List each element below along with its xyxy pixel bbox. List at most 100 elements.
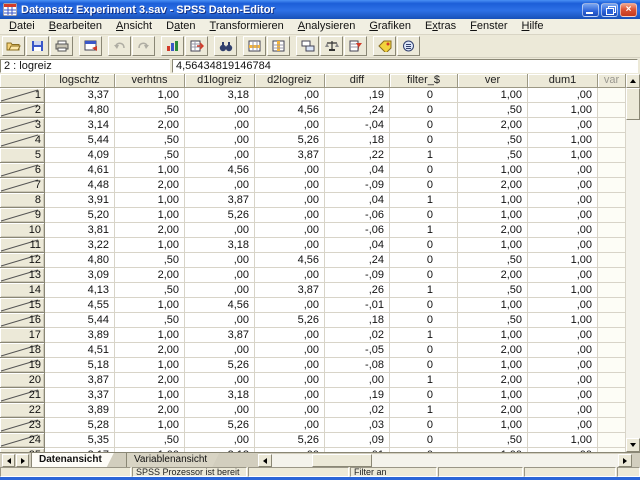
cell[interactable]: ,00	[528, 328, 598, 343]
cell[interactable]: 1,00	[458, 238, 528, 253]
cell-var-empty[interactable]	[598, 343, 626, 358]
cell[interactable]: 0	[390, 88, 458, 103]
scroll-down-button[interactable]	[626, 438, 640, 452]
cell[interactable]: 1,00	[528, 253, 598, 268]
cell-var-empty[interactable]	[598, 313, 626, 328]
cell[interactable]: ,00	[528, 268, 598, 283]
minimize-button[interactable]	[582, 3, 599, 17]
cell[interactable]: 4,55	[45, 298, 115, 313]
row-header-cell[interactable]: 3	[0, 118, 45, 133]
column-header-dum1[interactable]: dum1	[528, 74, 598, 88]
cell[interactable]: ,18	[325, 133, 390, 148]
row-header-cell[interactable]: 8	[0, 193, 45, 208]
column-header-logschtz[interactable]: logschtz	[45, 74, 115, 88]
cell[interactable]: ,00	[255, 163, 325, 178]
cell-var-empty[interactable]	[598, 328, 626, 343]
cell[interactable]: 0	[390, 253, 458, 268]
cell[interactable]: 3,18	[185, 388, 255, 403]
cell[interactable]: ,00	[255, 208, 325, 223]
cell[interactable]: -,09	[325, 268, 390, 283]
row-header-cell[interactable]: 15	[0, 298, 45, 313]
cell[interactable]: ,00	[325, 373, 390, 388]
cell[interactable]: 3,18	[185, 238, 255, 253]
cell[interactable]: ,00	[255, 358, 325, 373]
cell[interactable]: 2,00	[115, 118, 185, 133]
menu-bearbeiten[interactable]: Bearbeiten	[42, 19, 109, 34]
row-header-cell[interactable]: 24	[0, 433, 45, 448]
row-header-cell[interactable]: 6	[0, 163, 45, 178]
cell[interactable]: 3,87	[255, 283, 325, 298]
cell[interactable]: ,03	[325, 418, 390, 433]
cell[interactable]: ,50	[458, 148, 528, 163]
cell[interactable]: 0	[390, 388, 458, 403]
cell-var-empty[interactable]	[598, 88, 626, 103]
cell[interactable]: 1,00	[115, 418, 185, 433]
cell[interactable]: 4,51	[45, 343, 115, 358]
cell[interactable]: ,00	[255, 88, 325, 103]
row-header-cell[interactable]: 22	[0, 403, 45, 418]
cell[interactable]: 0	[390, 433, 458, 448]
cell[interactable]: ,26	[325, 283, 390, 298]
cell[interactable]: ,00	[185, 178, 255, 193]
column-header-d1logreiz[interactable]: d1logreiz	[185, 74, 255, 88]
cell[interactable]: 4,56	[255, 253, 325, 268]
cell[interactable]: 0	[390, 238, 458, 253]
cell[interactable]: 1,00	[528, 433, 598, 448]
dialog-recall-button[interactable]	[79, 36, 102, 56]
cell-var-empty[interactable]	[598, 133, 626, 148]
cell[interactable]: 4,09	[45, 148, 115, 163]
cell[interactable]: 5,26	[185, 358, 255, 373]
cell[interactable]: ,00	[528, 208, 598, 223]
cell[interactable]: 5,35	[45, 433, 115, 448]
open-file-button[interactable]	[2, 36, 25, 56]
cell-var-empty[interactable]	[598, 238, 626, 253]
cell-var-empty[interactable]	[598, 223, 626, 238]
cell[interactable]: 1,00	[115, 388, 185, 403]
menu-fenster[interactable]: Fenster	[463, 19, 514, 34]
cell[interactable]: -,08	[325, 358, 390, 373]
find-button[interactable]	[214, 36, 237, 56]
cell-var-empty[interactable]	[598, 283, 626, 298]
cell[interactable]: 1	[390, 193, 458, 208]
cell[interactable]: ,00	[185, 133, 255, 148]
cell[interactable]: 1,00	[115, 298, 185, 313]
cell[interactable]: ,50	[115, 133, 185, 148]
cell[interactable]: 1,00	[115, 88, 185, 103]
cell[interactable]: ,50	[458, 103, 528, 118]
cell[interactable]: 3,87	[45, 373, 115, 388]
cell-value-editor[interactable]: 4,56434819146784	[172, 59, 638, 73]
cell[interactable]: 1,00	[458, 163, 528, 178]
cell[interactable]: ,00	[255, 403, 325, 418]
cell[interactable]: 0	[390, 358, 458, 373]
cell[interactable]: ,00	[185, 223, 255, 238]
cell[interactable]: ,19	[325, 88, 390, 103]
cell[interactable]: 0	[390, 313, 458, 328]
cell[interactable]: 3,89	[45, 328, 115, 343]
cell[interactable]: 4,61	[45, 163, 115, 178]
cell[interactable]: ,00	[528, 298, 598, 313]
scroll-up-button[interactable]	[626, 74, 640, 88]
cell[interactable]: 2,00	[458, 343, 528, 358]
cell[interactable]: ,00	[255, 178, 325, 193]
cell[interactable]: ,50	[115, 148, 185, 163]
cell[interactable]: ,00	[528, 88, 598, 103]
cell[interactable]: 5,26	[185, 208, 255, 223]
cell-var-empty[interactable]	[598, 118, 626, 133]
cell[interactable]: 3,87	[255, 148, 325, 163]
row-header-cell[interactable]: 18	[0, 343, 45, 358]
goto-chart-button[interactable]	[161, 36, 184, 56]
cell[interactable]: ,00	[528, 388, 598, 403]
cell[interactable]: 0	[390, 133, 458, 148]
cell[interactable]: 0	[390, 298, 458, 313]
tab-scroll-left-button[interactable]	[2, 454, 15, 467]
cell[interactable]: 3,89	[45, 403, 115, 418]
cell[interactable]: 1,00	[458, 208, 528, 223]
cell[interactable]: ,00	[255, 343, 325, 358]
cell[interactable]: 3,87	[185, 328, 255, 343]
cell[interactable]: ,50	[115, 103, 185, 118]
restore-button[interactable]	[601, 3, 618, 17]
cell[interactable]: 4,13	[45, 283, 115, 298]
cell[interactable]: 1	[390, 223, 458, 238]
cell[interactable]: ,18	[325, 313, 390, 328]
cell[interactable]: 2,00	[115, 268, 185, 283]
